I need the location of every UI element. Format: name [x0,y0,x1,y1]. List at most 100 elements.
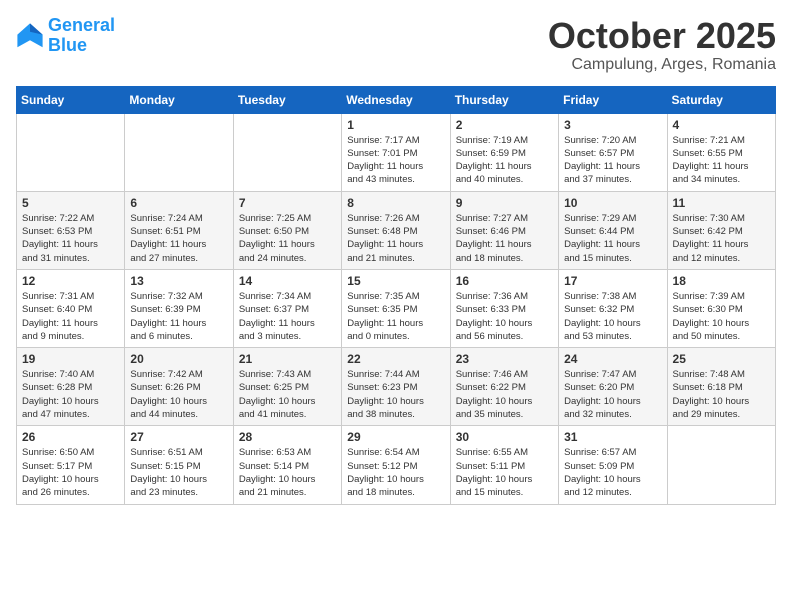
calendar-cell: 6 Sunrise: 7:24 AM Sunset: 6:51 PM Daylig… [125,191,233,269]
day-number: 9 [456,196,553,210]
weekday-header-row: SundayMondayTuesdayWednesdayThursdayFrid… [17,86,776,113]
day-number: 27 [130,430,227,444]
weekday-header: Saturday [667,86,775,113]
day-number: 10 [564,196,661,210]
day-number: 14 [239,274,336,288]
calendar-cell: 8 Sunrise: 7:26 AM Sunset: 6:48 PM Daylig… [342,191,450,269]
day-number: 13 [130,274,227,288]
calendar-cell [17,113,125,191]
weekday-header: Monday [125,86,233,113]
calendar-week-row: 26 Sunrise: 6:50 AM Sunset: 5:17 PM Dayli… [17,426,776,504]
calendar-cell: 22 Sunrise: 7:44 AM Sunset: 6:23 PM Dayli… [342,348,450,426]
weekday-header: Friday [559,86,667,113]
day-number: 18 [673,274,770,288]
day-number: 16 [456,274,553,288]
calendar-cell: 21 Sunrise: 7:43 AM Sunset: 6:25 PM Dayli… [233,348,341,426]
day-info: Sunrise: 7:30 AM Sunset: 6:42 PM Dayligh… [673,212,770,265]
day-number: 22 [347,352,444,366]
calendar-cell: 10 Sunrise: 7:29 AM Sunset: 6:44 PM Dayli… [559,191,667,269]
day-number: 31 [564,430,661,444]
day-info: Sunrise: 7:42 AM Sunset: 6:26 PM Dayligh… [130,368,227,421]
day-number: 24 [564,352,661,366]
calendar-week-row: 5Sunrise: 7:22 AM Sunset: 6:53 PM Daylig… [17,191,776,269]
day-info: Sunrise: 7:19 AM Sunset: 6:59 PM Dayligh… [456,134,553,187]
calendar-cell: 20Sunrise: 7:42 AM Sunset: 6:26 PM Dayli… [125,348,233,426]
day-number: 12 [22,274,119,288]
calendar-cell: 2Sunrise: 7:19 AM Sunset: 6:59 PM Daylig… [450,113,558,191]
day-info: Sunrise: 7:44 AM Sunset: 6:23 PM Dayligh… [347,368,444,421]
day-info: Sunrise: 6:57 AM Sunset: 5:09 PM Dayligh… [564,446,661,499]
calendar-cell: 18 Sunrise: 7:39 AM Sunset: 6:30 PM Dayli… [667,269,775,347]
weekday-header: Tuesday [233,86,341,113]
day-info: Sunrise: 7:43 AM Sunset: 6:25 PM Dayligh… [239,368,336,421]
day-info: Sunrise: 6:54 AM Sunset: 5:12 PM Dayligh… [347,446,444,499]
day-number: 11 [673,196,770,210]
day-info: Sunrise: 7:48 AM Sunset: 6:18 PM Dayligh… [673,368,770,421]
weekday-header: Wednesday [342,86,450,113]
day-number: 6 [130,196,227,210]
day-number: 5 [22,196,119,210]
calendar-cell: 29 Sunrise: 6:54 AM Sunset: 5:12 PM Dayli… [342,426,450,504]
day-info: Sunrise: 6:53 AM Sunset: 5:14 PM Dayligh… [239,446,336,499]
calendar-cell: 1 Sunrise: 7:17 AM Sunset: 7:01 PM Daylig… [342,113,450,191]
logo: General Blue [16,16,115,56]
calendar-cell [233,113,341,191]
day-info: Sunrise: 7:40 AM Sunset: 6:28 PM Dayligh… [22,368,119,421]
calendar-cell [125,113,233,191]
calendar-week-row: 1 Sunrise: 7:17 AM Sunset: 7:01 PM Daylig… [17,113,776,191]
day-info: Sunrise: 7:35 AM Sunset: 6:35 PM Dayligh… [347,290,444,343]
day-number: 4 [673,118,770,132]
day-info: Sunrise: 7:27 AM Sunset: 6:46 PM Dayligh… [456,212,553,265]
calendar-cell: 27 Sunrise: 6:51 AM Sunset: 5:15 PM Dayli… [125,426,233,504]
day-info: Sunrise: 7:25 AM Sunset: 6:50 PM Dayligh… [239,212,336,265]
day-number: 25 [673,352,770,366]
calendar-cell: 24 Sunrise: 7:47 AM Sunset: 6:20 PM Dayli… [559,348,667,426]
day-number: 21 [239,352,336,366]
day-info: Sunrise: 7:32 AM Sunset: 6:39 PM Dayligh… [130,290,227,343]
day-number: 3 [564,118,661,132]
day-number: 26 [22,430,119,444]
day-info: Sunrise: 7:21 AM Sunset: 6:55 PM Dayligh… [673,134,770,187]
logo-icon [16,22,44,50]
day-number: 15 [347,274,444,288]
calendar-cell: 19 Sunrise: 7:40 AM Sunset: 6:28 PM Dayli… [17,348,125,426]
calendar-cell: 5Sunrise: 7:22 AM Sunset: 6:53 PM Daylig… [17,191,125,269]
day-info: Sunrise: 7:47 AM Sunset: 6:20 PM Dayligh… [564,368,661,421]
day-number: 19 [22,352,119,366]
day-number: 1 [347,118,444,132]
day-info: Sunrise: 7:17 AM Sunset: 7:01 PM Dayligh… [347,134,444,187]
calendar-cell: 17 Sunrise: 7:38 AM Sunset: 6:32 PM Dayli… [559,269,667,347]
calendar-cell [667,426,775,504]
calendar-cell: 13 Sunrise: 7:32 AM Sunset: 6:39 PM Dayli… [125,269,233,347]
day-number: 30 [456,430,553,444]
calendar-week-row: 19 Sunrise: 7:40 AM Sunset: 6:28 PM Dayli… [17,348,776,426]
day-number: 8 [347,196,444,210]
calendar-week-row: 12Sunrise: 7:31 AM Sunset: 6:40 PM Dayli… [17,269,776,347]
title-block: October 2025 Campulung, Arges, Romania [548,16,776,74]
day-info: Sunrise: 7:36 AM Sunset: 6:33 PM Dayligh… [456,290,553,343]
day-info: Sunrise: 7:39 AM Sunset: 6:30 PM Dayligh… [673,290,770,343]
month-title: October 2025 [548,16,776,56]
calendar-cell: 25 Sunrise: 7:48 AM Sunset: 6:18 PM Dayli… [667,348,775,426]
logo-line1: General [48,15,115,35]
calendar-cell: 15 Sunrise: 7:35 AM Sunset: 6:35 PM Dayli… [342,269,450,347]
day-info: Sunrise: 7:29 AM Sunset: 6:44 PM Dayligh… [564,212,661,265]
calendar-cell: 26 Sunrise: 6:50 AM Sunset: 5:17 PM Dayli… [17,426,125,504]
logo-text: General Blue [48,16,115,56]
day-number: 17 [564,274,661,288]
day-number: 28 [239,430,336,444]
calendar-cell: 14Sunrise: 7:34 AM Sunset: 6:37 PM Dayli… [233,269,341,347]
location: Campulung, Arges, Romania [548,56,776,74]
calendar-cell: 23Sunrise: 7:46 AM Sunset: 6:22 PM Dayli… [450,348,558,426]
day-info: Sunrise: 6:50 AM Sunset: 5:17 PM Dayligh… [22,446,119,499]
calendar-cell: 7Sunrise: 7:25 AM Sunset: 6:50 PM Daylig… [233,191,341,269]
day-info: Sunrise: 6:51 AM Sunset: 5:15 PM Dayligh… [130,446,227,499]
day-info: Sunrise: 7:26 AM Sunset: 6:48 PM Dayligh… [347,212,444,265]
day-info: Sunrise: 7:38 AM Sunset: 6:32 PM Dayligh… [564,290,661,343]
day-info: Sunrise: 6:55 AM Sunset: 5:11 PM Dayligh… [456,446,553,499]
day-number: 29 [347,430,444,444]
day-info: Sunrise: 7:20 AM Sunset: 6:57 PM Dayligh… [564,134,661,187]
calendar-cell: 11 Sunrise: 7:30 AM Sunset: 6:42 PM Dayli… [667,191,775,269]
calendar: SundayMondayTuesdayWednesdayThursdayFrid… [16,86,776,505]
day-info: Sunrise: 7:24 AM Sunset: 6:51 PM Dayligh… [130,212,227,265]
